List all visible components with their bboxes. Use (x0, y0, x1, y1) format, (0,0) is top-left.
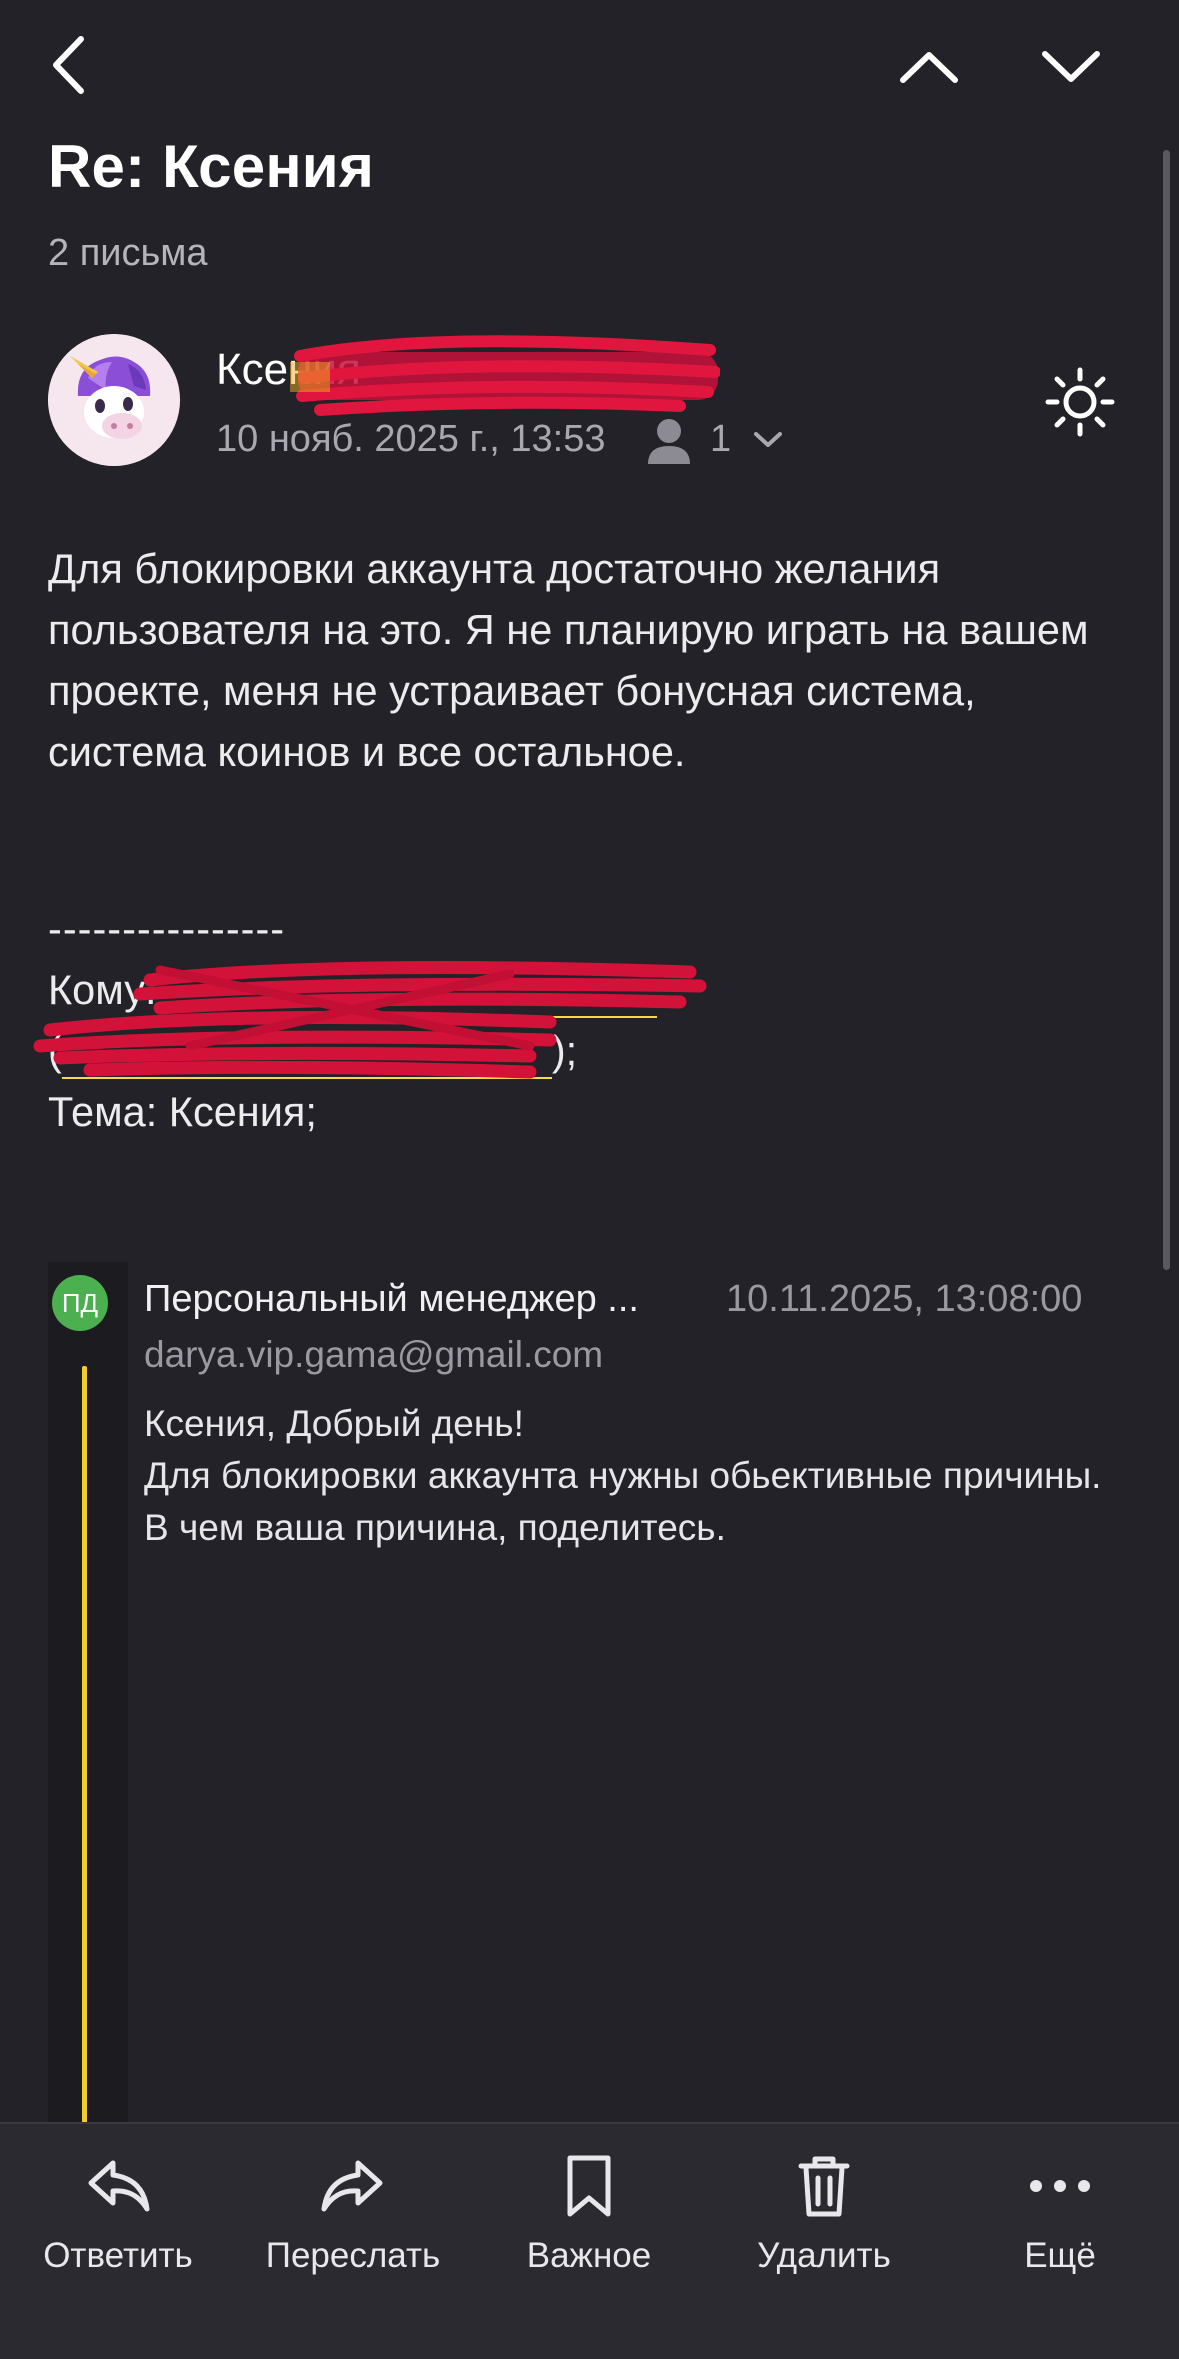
reply-icon (88, 2160, 150, 2212)
back-button[interactable] (38, 28, 98, 102)
reply-button[interactable]: Ответить (3, 2150, 233, 2290)
quote-gutter (48, 1262, 128, 2122)
reply-label: Ответить (43, 2236, 193, 2275)
quoted-line: В чем ваша причина, поделитесь. (144, 1507, 726, 1548)
scrollbar[interactable] (1163, 150, 1170, 1270)
more-label: Ещё (1024, 2236, 1096, 2275)
quoted-date: 10.11.2025, 13:08:00 (726, 1278, 1083, 1320)
recipients-count[interactable]: 1 (710, 418, 731, 461)
quoted-body: Ксения, Добрый день! Для блокировки акка… (144, 1398, 1144, 1554)
sun-icon (1045, 367, 1115, 437)
quoted-line: Для блокировки аккаунта нужны обьективны… (144, 1455, 1102, 1496)
delete-label: Удалить (757, 2236, 891, 2275)
quoted-line: Ксения, Добрый день! (144, 1403, 524, 1444)
forward-button[interactable]: Переслать (238, 2150, 468, 2290)
thread-subject: Re: Ксения (48, 133, 375, 200)
redaction-scribble (33, 961, 707, 1079)
unicorn-avatar-icon (48, 334, 180, 466)
more-dots-icon (1030, 2180, 1090, 2192)
chevron-down-icon[interactable] (752, 430, 784, 450)
chevron-up-icon (900, 52, 958, 83)
next-message-button[interactable] (1026, 32, 1116, 102)
forward-label: Переслать (265, 2236, 441, 2275)
previous-message-button[interactable] (884, 32, 974, 102)
chevron-left-icon (53, 36, 84, 94)
quoted-subject-line: Тема: Ксения; (48, 1088, 317, 1135)
delete-button[interactable]: Удалить (709, 2150, 939, 2290)
theme-toggle-button[interactable] (1044, 366, 1116, 438)
quoted-sender-email: darya.vip.gama@gmail.com (144, 1334, 604, 1375)
message-date: 10 нояб. 2025 г., 13:53 (216, 418, 606, 460)
thread-message-count: 2 письма (48, 232, 208, 274)
quote-separator: ---------------- (48, 905, 286, 952)
more-button[interactable]: Ещё (945, 2150, 1175, 2290)
chevron-down-icon (1042, 51, 1100, 82)
quoted-sender-avatar: ПД (52, 1275, 108, 1331)
important-label: Важное (526, 2236, 652, 2275)
message-body: Для блокировки аккаунта достаточно желан… (48, 545, 1089, 775)
quote-bar (82, 1366, 87, 2126)
person-icon[interactable] (646, 416, 692, 466)
trash-icon (798, 2156, 850, 2217)
important-button[interactable]: Важное (474, 2150, 704, 2290)
quoted-sender-name: Персональный менеджер ... (144, 1278, 639, 1320)
sender-avatar[interactable] (48, 334, 180, 466)
redaction-scribble (290, 335, 720, 416)
bookmark-icon (567, 2155, 611, 2217)
forward-icon (321, 2160, 383, 2212)
